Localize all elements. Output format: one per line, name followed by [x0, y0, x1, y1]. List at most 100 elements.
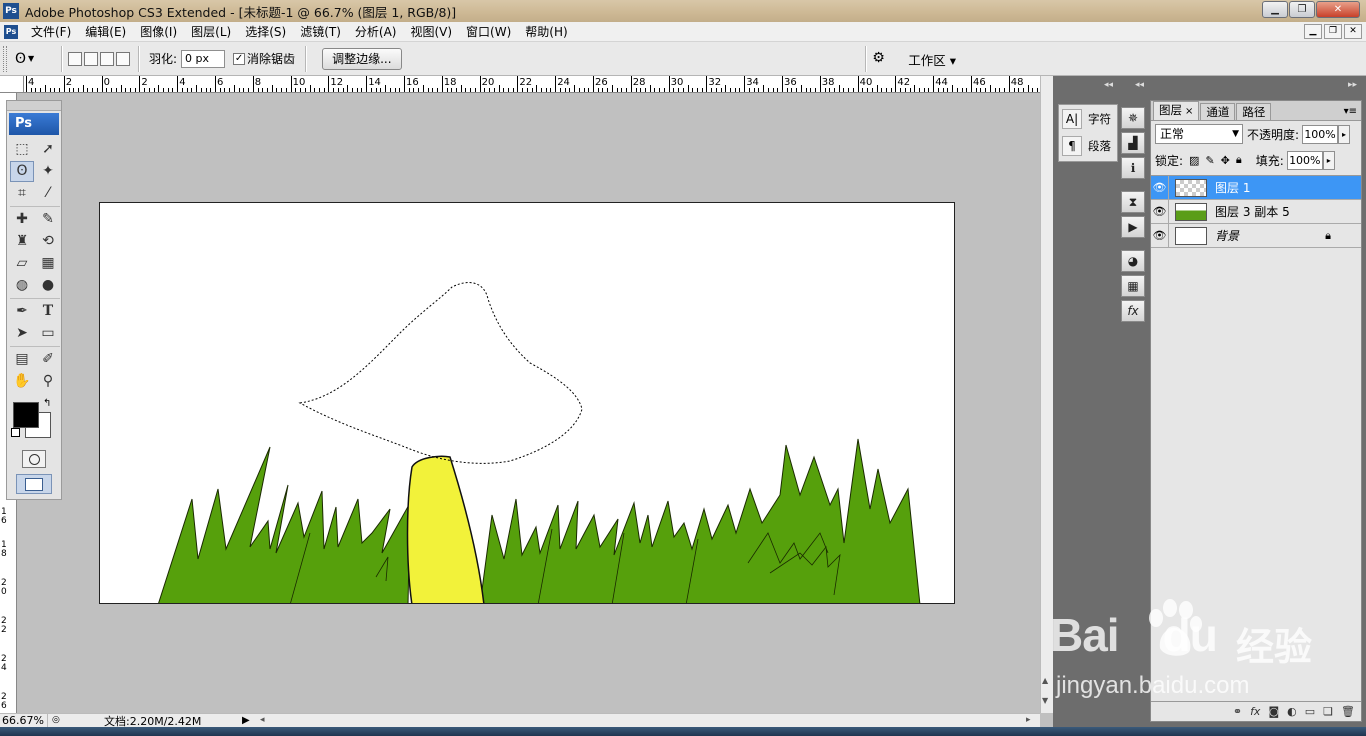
actions-icon[interactable]: ▶	[1121, 216, 1145, 238]
delete-layer-icon[interactable]: 🗑︎	[1341, 705, 1355, 718]
menu-image[interactable]: 图像(I)	[133, 23, 184, 40]
menu-select[interactable]: 选择(S)	[238, 23, 293, 40]
clone-stamp-tool-icon[interactable]: ♜	[10, 231, 34, 252]
pen-tool-icon[interactable]: ✒	[10, 301, 34, 322]
marquee-tool-icon[interactable]: ⬚	[10, 139, 34, 160]
layer-style-icon[interactable]: fx	[1250, 705, 1260, 718]
quick-mask-button[interactable]	[22, 450, 46, 468]
scroll-down-icon[interactable]: ▼	[1042, 696, 1048, 705]
scroll-right-icon[interactable]: ▸	[1026, 715, 1031, 725]
antialias-checkbox[interactable]: ✓	[233, 52, 246, 65]
notes-tool-icon[interactable]: ▤	[10, 349, 34, 370]
vertical-scrollbar[interactable]: ▲ ▼	[1040, 76, 1053, 713]
tool-preset-picker[interactable]: ʘ ▼	[15, 47, 55, 71]
default-colors-icon[interactable]	[11, 428, 20, 437]
horizontal-scrollbar[interactable]: ◂ ▸	[256, 713, 1040, 727]
menu-filter[interactable]: 滤镜(T)	[293, 23, 348, 40]
lock-all-icon[interactable]: 🔒︎	[1236, 153, 1242, 167]
move-tool-icon[interactable]: ➚	[36, 139, 60, 160]
layer-row[interactable]: 👁︎ 背景 🔒︎	[1151, 223, 1361, 248]
intersect-selection-button[interactable]	[116, 51, 130, 66]
path-selection-tool-icon[interactable]: ➤	[10, 323, 34, 344]
maximize-button[interactable]: ❐	[1289, 1, 1315, 18]
gradient-tool-icon[interactable]: ▦	[36, 253, 60, 274]
foreground-color-swatch[interactable]	[13, 402, 39, 428]
scroll-left-icon[interactable]: ◂	[260, 715, 265, 725]
menu-view[interactable]: 视图(V)	[403, 23, 459, 40]
healing-brush-tool-icon[interactable]: ✚	[10, 209, 34, 230]
type-tool-icon[interactable]: T	[36, 301, 60, 322]
slice-tool-icon[interactable]: ⁄	[36, 183, 60, 204]
status-menu-arrow-icon[interactable]: ▶	[242, 715, 250, 726]
magic-wand-tool-icon[interactable]: ✦	[36, 161, 60, 182]
feather-input[interactable]	[181, 49, 226, 68]
fx-icon[interactable]: fx	[1121, 300, 1145, 322]
close-button[interactable]: ✕	[1316, 1, 1360, 18]
link-layers-icon[interactable]: ⚭	[1233, 705, 1242, 718]
eraser-tool-icon[interactable]: ▱	[10, 253, 34, 274]
swap-colors-icon[interactable]: ↰	[43, 398, 51, 409]
tools-panel-grip[interactable]	[7, 101, 61, 111]
tab-channels[interactable]: 通道	[1200, 103, 1236, 120]
history-icon[interactable]: ⧗	[1121, 191, 1145, 213]
close-icon[interactable]: ×	[1185, 106, 1193, 117]
tab-paths[interactable]: 路径	[1236, 103, 1272, 120]
paragraph-panel-button[interactable]: ¶ 段落	[1059, 132, 1117, 159]
scroll-up-icon[interactable]: ▲	[1042, 676, 1048, 685]
zoom-tool-icon[interactable]: ⚲	[36, 371, 60, 392]
ruler-corner[interactable]	[0, 76, 24, 93]
dodge-tool-icon[interactable]: ●	[36, 275, 60, 296]
zoom-level[interactable]: 66.67%	[0, 714, 48, 727]
lock-image-icon[interactable]: ✎	[1205, 154, 1214, 167]
subtract-selection-button[interactable]	[100, 51, 114, 66]
blend-mode-select[interactable]: 正常 ▼	[1155, 124, 1243, 144]
histogram-icon[interactable]: ▟	[1121, 132, 1145, 154]
opacity-slider-arrow-icon[interactable]: ▸	[1338, 124, 1351, 144]
layer-mask-icon[interactable]: ◙	[1268, 705, 1279, 718]
minimize-button[interactable]: ▁	[1262, 1, 1288, 18]
shape-tool-icon[interactable]: ▭	[36, 323, 60, 344]
blur-tool-icon[interactable]: ◍	[10, 275, 34, 296]
add-selection-button[interactable]	[84, 51, 98, 66]
opacity-input[interactable]: 100%	[1302, 124, 1339, 144]
lasso-tool-icon[interactable]: ʘ	[10, 161, 34, 182]
panel-menu-icon[interactable]: ▾≡	[1344, 106, 1357, 117]
fill-input[interactable]: 100%	[1286, 150, 1323, 170]
lock-position-icon[interactable]: ✥	[1221, 154, 1230, 167]
menu-window[interactable]: 窗口(W)	[459, 23, 518, 40]
tab-layers[interactable]: 图层 ×	[1153, 101, 1200, 120]
eye-icon[interactable]: 👁︎	[1151, 223, 1169, 248]
menu-help[interactable]: 帮助(H)	[518, 23, 574, 40]
hand-tool-icon[interactable]: ✋	[10, 371, 34, 392]
new-layer-icon[interactable]: ❏	[1323, 705, 1333, 718]
refine-edge-button[interactable]: 调整边缘...	[322, 47, 402, 70]
workspace-menu[interactable]: 工作区 ▾	[908, 50, 956, 69]
character-panel-button[interactable]: A| 字符	[1059, 105, 1117, 132]
tools-panel-logo[interactable]: Ps	[9, 113, 59, 135]
doc-minimize-button[interactable]: ▁	[1304, 24, 1322, 39]
menu-file[interactable]: 文件(F)	[24, 23, 78, 40]
document-canvas[interactable]	[99, 202, 955, 604]
lock-transparency-icon[interactable]: ▨	[1189, 154, 1199, 167]
layer-row[interactable]: 👁︎ 图层 3 副本 5	[1151, 199, 1361, 224]
crop-tool-icon[interactable]: ⌗	[10, 183, 34, 204]
new-group-icon[interactable]: ▭	[1305, 705, 1315, 718]
collapse-icon[interactable]: ◂◂	[1104, 80, 1113, 92]
adjustment-layer-icon[interactable]: ◐	[1287, 705, 1297, 718]
zoom-options-icon[interactable]: ◎	[52, 715, 66, 727]
collapse-icon[interactable]: ▸▸	[1348, 80, 1357, 92]
ps-menu-icon[interactable]: Ps	[4, 24, 18, 39]
eyedropper-tool-icon[interactable]: ✐	[36, 349, 60, 370]
eye-icon[interactable]: 👁︎	[1151, 175, 1169, 200]
doc-restore-button[interactable]: ❐	[1324, 24, 1342, 39]
layer-row[interactable]: 👁︎ 图层 1	[1151, 175, 1361, 200]
fill-slider-arrow-icon[interactable]: ▸	[1322, 150, 1335, 170]
doc-close-button[interactable]: ✕	[1344, 24, 1362, 39]
swatches-icon[interactable]: ◕	[1121, 250, 1145, 272]
history-brush-tool-icon[interactable]: ⟲	[36, 231, 60, 252]
styles-icon[interactable]: ▦	[1121, 275, 1145, 297]
bridge-icon[interactable]: ⚙	[872, 50, 894, 68]
options-grip[interactable]	[3, 45, 7, 72]
eye-icon[interactable]: 👁︎	[1151, 199, 1169, 224]
top-ruler[interactable]: 4 2 0 2 4 6 8 10 12 14 16 18 20 22 24 26 28 30 32 34 36 38 40 4…	[24, 76, 1040, 93]
